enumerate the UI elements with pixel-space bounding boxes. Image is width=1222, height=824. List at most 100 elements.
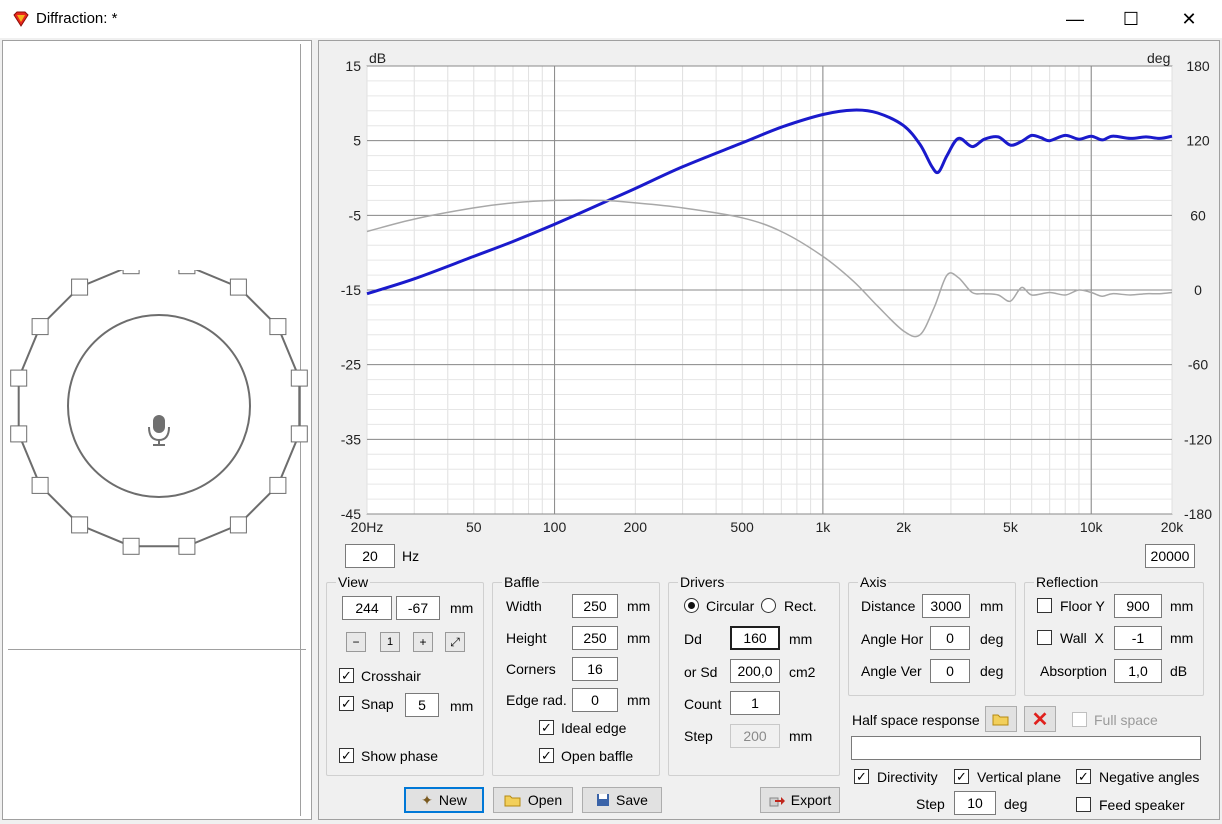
corner-handle[interactable] (269, 318, 287, 336)
directivity-step-input[interactable]: 10 (954, 791, 996, 815)
open-button[interactable]: Open (493, 787, 573, 813)
angle-ver-label: Angle Ver (861, 663, 922, 679)
open-baffle-checkbox[interactable]: ✓ (539, 748, 554, 763)
baffle-group-title: Baffle (502, 574, 542, 590)
corner-handle[interactable] (10, 369, 28, 387)
distance-input[interactable]: 3000 (922, 594, 970, 618)
driver-circle[interactable] (67, 314, 251, 498)
snap-unit-label: mm (450, 698, 474, 714)
x-tick-label: 10k (1080, 519, 1104, 535)
absorption-input[interactable]: 1,0 (1114, 659, 1162, 683)
maximize-button[interactable]: ☐ (1102, 0, 1160, 38)
wall-label: Wall X (1060, 630, 1104, 646)
circular-radio[interactable] (684, 598, 699, 613)
crosshair-checkbox[interactable]: ✓ (339, 668, 354, 683)
new-button-label: New (438, 792, 467, 808)
max-frequency-input[interactable]: 20000 (1145, 544, 1195, 568)
sd-unit: cm2 (789, 664, 816, 680)
left-tick-label: 5 (353, 133, 361, 149)
right-tick-label: 0 (1194, 282, 1202, 298)
fit-icon: ⤢ (450, 634, 460, 649)
zoom-in-icon: + (419, 635, 427, 649)
left-tick-label: 15 (345, 58, 361, 74)
sd-input[interactable]: 200,0 (730, 659, 780, 683)
corner-handle[interactable] (71, 516, 89, 534)
ideal-edge-checkbox[interactable]: ✓ (539, 720, 554, 735)
circular-label: Circular (706, 598, 755, 614)
corner-handle[interactable] (178, 537, 196, 555)
zoom-out-button[interactable]: − (346, 632, 366, 652)
vertical-plane-label: Vertical plane (977, 769, 1062, 785)
snap-value-input[interactable]: 5 (405, 693, 439, 717)
full-space-checkbox[interactable] (1072, 712, 1087, 727)
title-bar: Diffraction: * — ☐ ✕ (0, 0, 1222, 38)
floor-input[interactable]: 900 (1114, 594, 1162, 618)
driver-step-input[interactable]: 200 (730, 724, 780, 748)
show-phase-checkbox[interactable]: ✓ (339, 748, 354, 763)
angle-ver-unit: deg (980, 663, 1004, 679)
frequency-response-chart[interactable]: 20Hz 50 100 200 500 1k 2k 5k 10k 20k155-5-15-25-3… (322, 44, 1214, 540)
edge-radius-label: Edge rad. (506, 692, 567, 708)
view-x-input[interactable]: 244 (342, 596, 392, 620)
corner-handle[interactable] (269, 476, 287, 494)
wall-unit: mm (1170, 630, 1194, 646)
microphone-icon (148, 415, 170, 446)
feed-speaker-checkbox[interactable] (1076, 797, 1091, 812)
corner-handle[interactable] (71, 278, 89, 296)
vertical-plane-checkbox[interactable]: ✓ (954, 769, 969, 784)
zoom-in-button[interactable]: + (413, 632, 433, 652)
floor-label: Floor Y (1060, 598, 1105, 614)
angle-ver-input[interactable]: 0 (930, 659, 970, 683)
right-tick-label: 180 (1186, 58, 1210, 74)
ideal-edge-label: Ideal edge (561, 720, 627, 736)
app-logo-icon (13, 11, 29, 27)
save-button[interactable]: Save (582, 787, 662, 813)
corner-handle[interactable] (122, 270, 140, 275)
wall-input[interactable]: -1 (1114, 626, 1162, 650)
angle-hor-label: Angle Hor (861, 631, 924, 647)
view-y-input[interactable]: -67 (396, 596, 440, 620)
baffle-width-input[interactable]: 250 (572, 594, 618, 618)
corner-handle[interactable] (178, 270, 196, 275)
minimize-button[interactable]: — (1046, 0, 1104, 38)
angle-hor-input[interactable]: 0 (930, 626, 970, 650)
left-tick-label: -45 (341, 506, 361, 522)
export-button[interactable]: Export (760, 787, 840, 813)
min-frequency-input[interactable]: 20 (345, 544, 395, 568)
zoom-fit-button[interactable]: ⤢ (445, 632, 465, 652)
corner-handle[interactable] (10, 425, 28, 443)
zoom-reset-button[interactable]: 1 (380, 632, 400, 652)
half-space-open-button[interactable] (985, 706, 1017, 732)
count-input[interactable]: 1 (730, 691, 780, 715)
corner-handle[interactable] (290, 425, 308, 443)
dd-input[interactable]: 160 (730, 626, 780, 650)
directivity-step-unit: deg (1004, 796, 1028, 812)
snap-checkbox[interactable]: ✓ (339, 696, 354, 711)
edge-radius-unit: mm (627, 692, 651, 708)
negative-angles-label: Negative angles (1099, 769, 1200, 785)
corner-handle[interactable] (31, 476, 49, 494)
corner-handle[interactable] (290, 369, 308, 387)
half-space-path-input[interactable] (851, 736, 1201, 760)
feed-speaker-label: Feed speaker (1099, 797, 1185, 813)
driver-step-label: Step (684, 728, 713, 744)
wall-checkbox[interactable] (1037, 630, 1052, 645)
rect-radio[interactable] (761, 598, 776, 613)
export-icon (769, 797, 785, 807)
rect-label: Rect. (784, 598, 817, 614)
baffle-drawing[interactable] (0, 270, 318, 590)
new-button[interactable]: ✦ New (404, 787, 484, 813)
corner-handle[interactable] (229, 278, 247, 296)
baffle-corners-label: Corners (506, 661, 556, 677)
corner-handle[interactable] (122, 537, 140, 555)
floor-checkbox[interactable] (1037, 598, 1052, 613)
edge-radius-input[interactable]: 0 (572, 688, 618, 712)
baffle-height-input[interactable]: 250 (572, 626, 618, 650)
baffle-corners-input[interactable]: 16 (572, 657, 618, 681)
close-button[interactable]: ✕ (1160, 0, 1218, 38)
negative-angles-checkbox[interactable]: ✓ (1076, 769, 1091, 784)
half-space-clear-button[interactable]: ✕ (1024, 706, 1056, 732)
directivity-checkbox[interactable]: ✓ (854, 769, 869, 784)
corner-handle[interactable] (229, 516, 247, 534)
corner-handle[interactable] (31, 318, 49, 336)
